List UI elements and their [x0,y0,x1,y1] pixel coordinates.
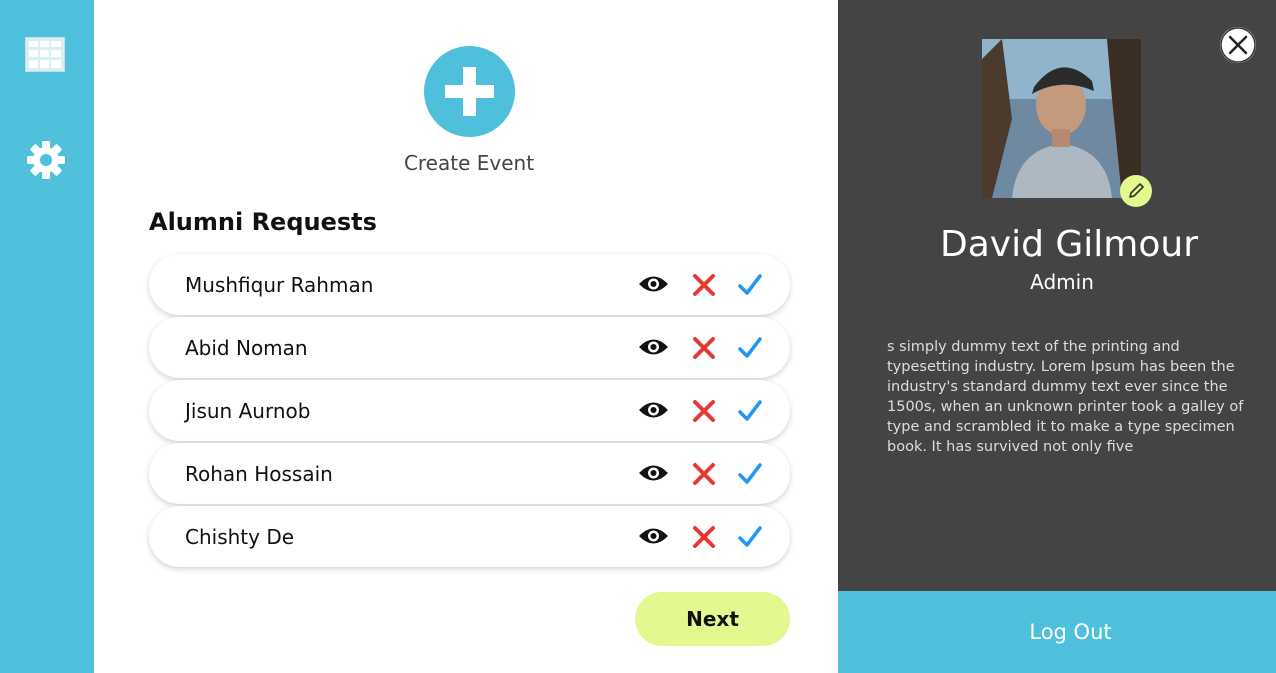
profile-role: Admin [1030,270,1094,294]
create-event-label: Create Event [403,151,535,175]
eye-icon[interactable] [638,401,669,423]
close-icon[interactable] [692,525,716,553]
request-row[interactable]: Abid Noman [149,317,790,378]
gear-icon[interactable] [26,140,66,184]
edit-avatar-button[interactable] [1120,175,1152,207]
request-name: Abid Noman [185,336,308,360]
main-content: Create Event Alumni Requests Mushfiqur R… [94,0,838,673]
create-event-button[interactable]: Create Event [394,46,544,175]
request-row[interactable]: Rohan Hossain [149,443,790,504]
close-icon[interactable] [692,462,716,490]
eye-icon[interactable] [638,527,669,549]
check-icon[interactable] [738,462,762,490]
check-icon[interactable] [738,273,762,301]
next-button[interactable]: Next [635,592,790,646]
logout-button[interactable]: Log Out [838,591,1276,673]
plus-icon[interactable] [423,46,515,137]
request-name: Rohan Hossain [185,462,333,486]
close-panel-button[interactable] [1220,27,1256,63]
close-icon[interactable] [692,273,716,301]
request-row[interactable]: Chishty De [149,506,790,567]
close-icon [1220,27,1256,63]
profile-panel: David Gilmour Admin s simply dummy text … [838,0,1276,591]
close-icon[interactable] [692,399,716,427]
profile-bio: s simply dummy text of the printing and … [887,339,1244,455]
sidebar [0,0,94,673]
eye-icon[interactable] [638,338,669,360]
avatar [982,39,1141,198]
profile-name: David Gilmour [940,224,1198,265]
close-icon[interactable] [692,336,716,364]
pencil-icon [1129,183,1144,198]
check-icon[interactable] [738,525,762,553]
request-name: Jisun Aurnob [185,399,311,423]
request-list: Mushfiqur Rahman Abid Noman Jisun Aurnob… [149,254,790,569]
request-name: Chishty De [185,525,295,549]
dashboard-icon[interactable] [25,37,65,76]
section-title: Alumni Requests [149,208,377,236]
eye-icon[interactable] [638,464,669,486]
request-name: Mushfiqur Rahman [185,273,374,297]
logout-label: Log Out [1029,620,1112,644]
request-row[interactable]: Mushfiqur Rahman [149,254,790,315]
check-icon[interactable] [738,336,762,364]
request-row[interactable]: Jisun Aurnob [149,380,790,441]
eye-icon[interactable] [638,275,669,297]
check-icon[interactable] [738,399,762,427]
